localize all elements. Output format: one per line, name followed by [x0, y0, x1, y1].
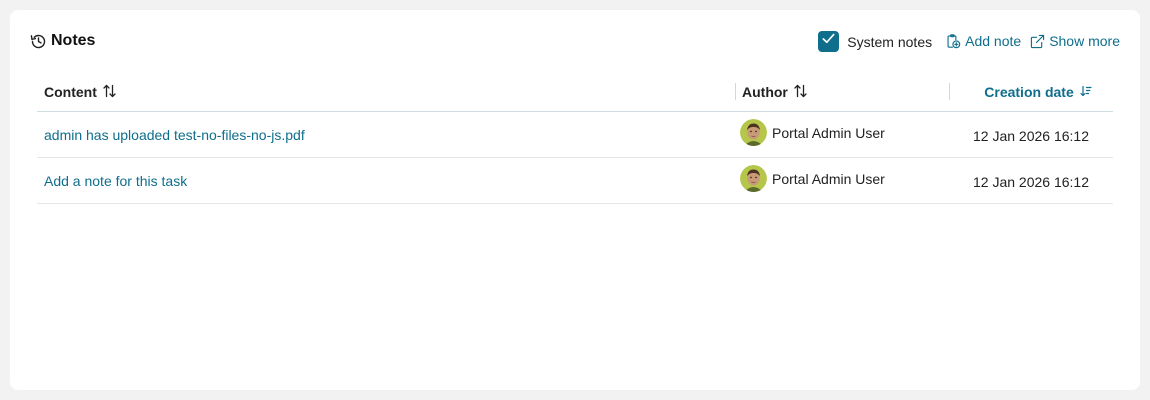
- notes-header: Notes System notes Add note Show more: [30, 28, 1120, 54]
- author-cell: Portal Admin User: [735, 119, 949, 146]
- column-header-author[interactable]: Author: [735, 73, 949, 111]
- column-label-content: Content: [44, 84, 97, 100]
- creation-date: 12 Jan 2026 16:12: [973, 127, 1089, 144]
- avatar: [740, 119, 767, 146]
- add-note-button[interactable]: Add note: [946, 33, 1021, 49]
- history-icon: [30, 33, 47, 50]
- sort-descending-icon: [1080, 84, 1092, 100]
- column-label-author: Author: [742, 84, 788, 100]
- column-header-content[interactable]: Content: [37, 73, 735, 111]
- notes-table: Content Author Creation date admin has u…: [37, 73, 1113, 204]
- external-link-icon: [1030, 34, 1049, 49]
- author-name: Portal Admin User: [772, 170, 885, 187]
- system-notes-toggle[interactable]: System notes: [818, 30, 933, 52]
- column-label-creation-date: Creation date: [984, 84, 1074, 100]
- column-divider: [949, 83, 950, 100]
- sort-icon: [103, 84, 116, 101]
- sort-icon: [794, 84, 807, 101]
- show-more-label: Show more: [1049, 33, 1120, 49]
- table-row: admin has uploaded test-no-files-no-js.p…: [37, 112, 1113, 158]
- page-title: Notes: [51, 32, 96, 49]
- notes-title-wrap: Notes: [30, 32, 95, 50]
- system-notes-label: System notes: [847, 34, 933, 50]
- checkmark-icon: [821, 31, 836, 51]
- notes-card: Notes System notes Add note Show more Co…: [10, 10, 1140, 390]
- column-divider: [735, 83, 736, 100]
- author-cell: Portal Admin User: [735, 165, 949, 192]
- avatar: [740, 165, 767, 192]
- note-content-link[interactable]: Add a note for this task: [37, 173, 735, 189]
- author-name: Portal Admin User: [772, 124, 885, 141]
- add-note-label: Add note: [965, 33, 1022, 49]
- column-header-creation-date[interactable]: Creation date: [949, 73, 1113, 111]
- show-more-button[interactable]: Show more: [1030, 33, 1120, 49]
- add-note-icon: [946, 33, 965, 49]
- table-row: Add a note for this task Portal Admin Us…: [37, 158, 1113, 204]
- system-notes-checkbox[interactable]: [818, 30, 840, 52]
- header-actions: System notes Add note Show more: [818, 30, 1120, 52]
- note-content-link[interactable]: admin has uploaded test-no-files-no-js.p…: [37, 127, 735, 143]
- table-header: Content Author Creation date: [37, 73, 1113, 112]
- creation-date: 12 Jan 2026 16:12: [973, 173, 1089, 190]
